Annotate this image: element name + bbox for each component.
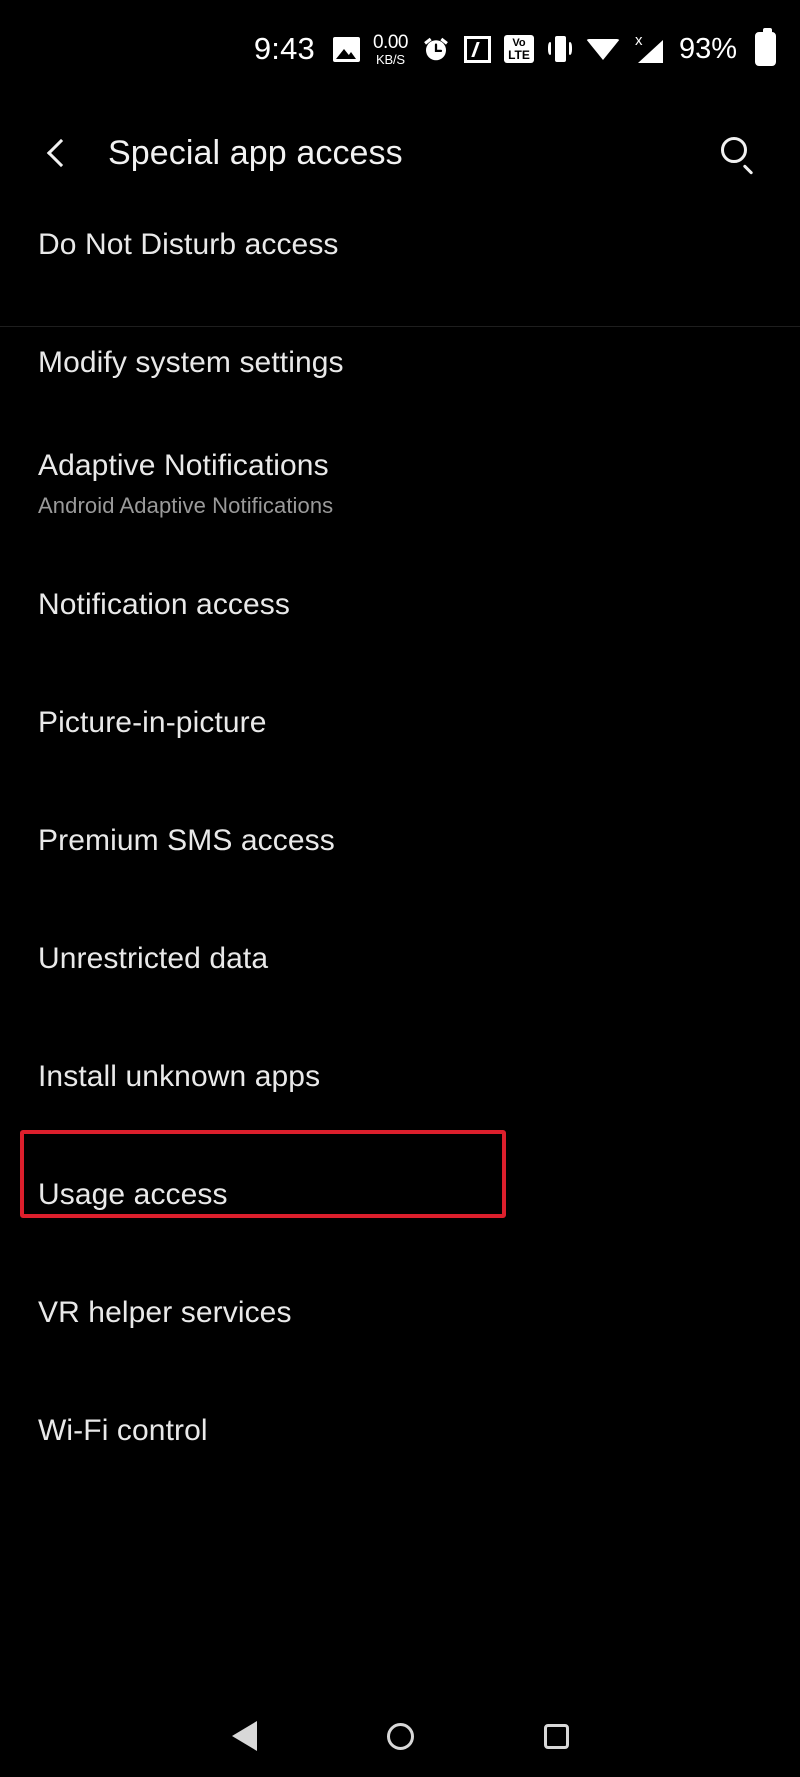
- list-item-wifi-control[interactable]: Wi-Fi control: [0, 1372, 800, 1490]
- recents-square-icon[interactable]: [543, 1723, 569, 1749]
- list-item-label: Notification access: [38, 588, 291, 621]
- list-item-label: Install unknown apps: [38, 1060, 321, 1093]
- system-navigation-bar: [0, 1695, 800, 1777]
- list-item-notification-access[interactable]: Notification access: [0, 546, 800, 664]
- gallery-icon: [332, 36, 360, 62]
- list-item-label: Premium SMS access: [38, 824, 335, 857]
- status-bar-clock: 9:43: [253, 31, 315, 66]
- cellular-signal-icon: x: [633, 32, 663, 63]
- list-item-vr-helper-services[interactable]: VR helper services: [0, 1254, 800, 1372]
- back-triangle-icon[interactable]: [231, 1721, 257, 1751]
- search-button[interactable]: [704, 120, 770, 186]
- battery-icon: [755, 28, 776, 66]
- alarm-icon: [421, 34, 451, 64]
- back-chevron-icon: [46, 138, 76, 168]
- network-speed-indicator: 0.00 KB/S: [372, 31, 408, 67]
- list-item-label: Picture-in-picture: [38, 706, 267, 739]
- list-item-modify-system-settings[interactable]: Modify system settings: [0, 304, 800, 422]
- home-circle-icon[interactable]: [386, 1722, 414, 1750]
- android-settings-screen: 9:43 0.00 KB/S Vo LTE x 93% Special app …: [0, 0, 800, 1777]
- battery-percentage-label: 93%: [678, 32, 737, 65]
- wifi-icon: [585, 38, 620, 60]
- list-item-do-not-disturb-access[interactable]: Do Not Disturb access: [0, 208, 800, 304]
- back-button[interactable]: [18, 113, 98, 193]
- list-item-label: Wi-Fi control: [38, 1414, 208, 1447]
- list-item-picture-in-picture[interactable]: Picture-in-picture: [0, 664, 800, 782]
- page-title: Special app access: [108, 133, 403, 172]
- search-icon: [721, 137, 754, 175]
- list-item-premium-sms-access[interactable]: Premium SMS access: [0, 782, 800, 900]
- list-divider: [0, 326, 800, 327]
- list-item-label: Modify system settings: [38, 346, 344, 379]
- list-item-label: Usage access: [38, 1178, 228, 1211]
- vibrate-icon: [547, 35, 573, 63]
- list-item-label: Do Not Disturb access: [38, 228, 339, 261]
- volte-icon: Vo LTE: [503, 35, 534, 63]
- list-item-label: Adaptive Notifications: [38, 449, 329, 482]
- app-bar: Special app access: [0, 98, 800, 208]
- nfc-icon: [463, 35, 491, 63]
- list-item-label: VR helper services: [38, 1296, 292, 1329]
- list-item-sublabel: Android Adaptive Notifications: [38, 493, 334, 518]
- list-item-adaptive-notifications[interactable]: Adaptive Notifications Android Adaptive …: [0, 422, 800, 546]
- list-item-label: Unrestricted data: [38, 942, 269, 975]
- list-item-install-unknown-apps[interactable]: Install unknown apps: [0, 1018, 800, 1136]
- list-item-unrestricted-data[interactable]: Unrestricted data: [0, 900, 800, 1018]
- status-bar: 9:43 0.00 KB/S Vo LTE x 93%: [0, 0, 800, 98]
- list-item-usage-access[interactable]: Usage access: [0, 1136, 800, 1254]
- special-app-access-list[interactable]: Do Not Disturb access Modify system sett…: [0, 208, 800, 1695]
